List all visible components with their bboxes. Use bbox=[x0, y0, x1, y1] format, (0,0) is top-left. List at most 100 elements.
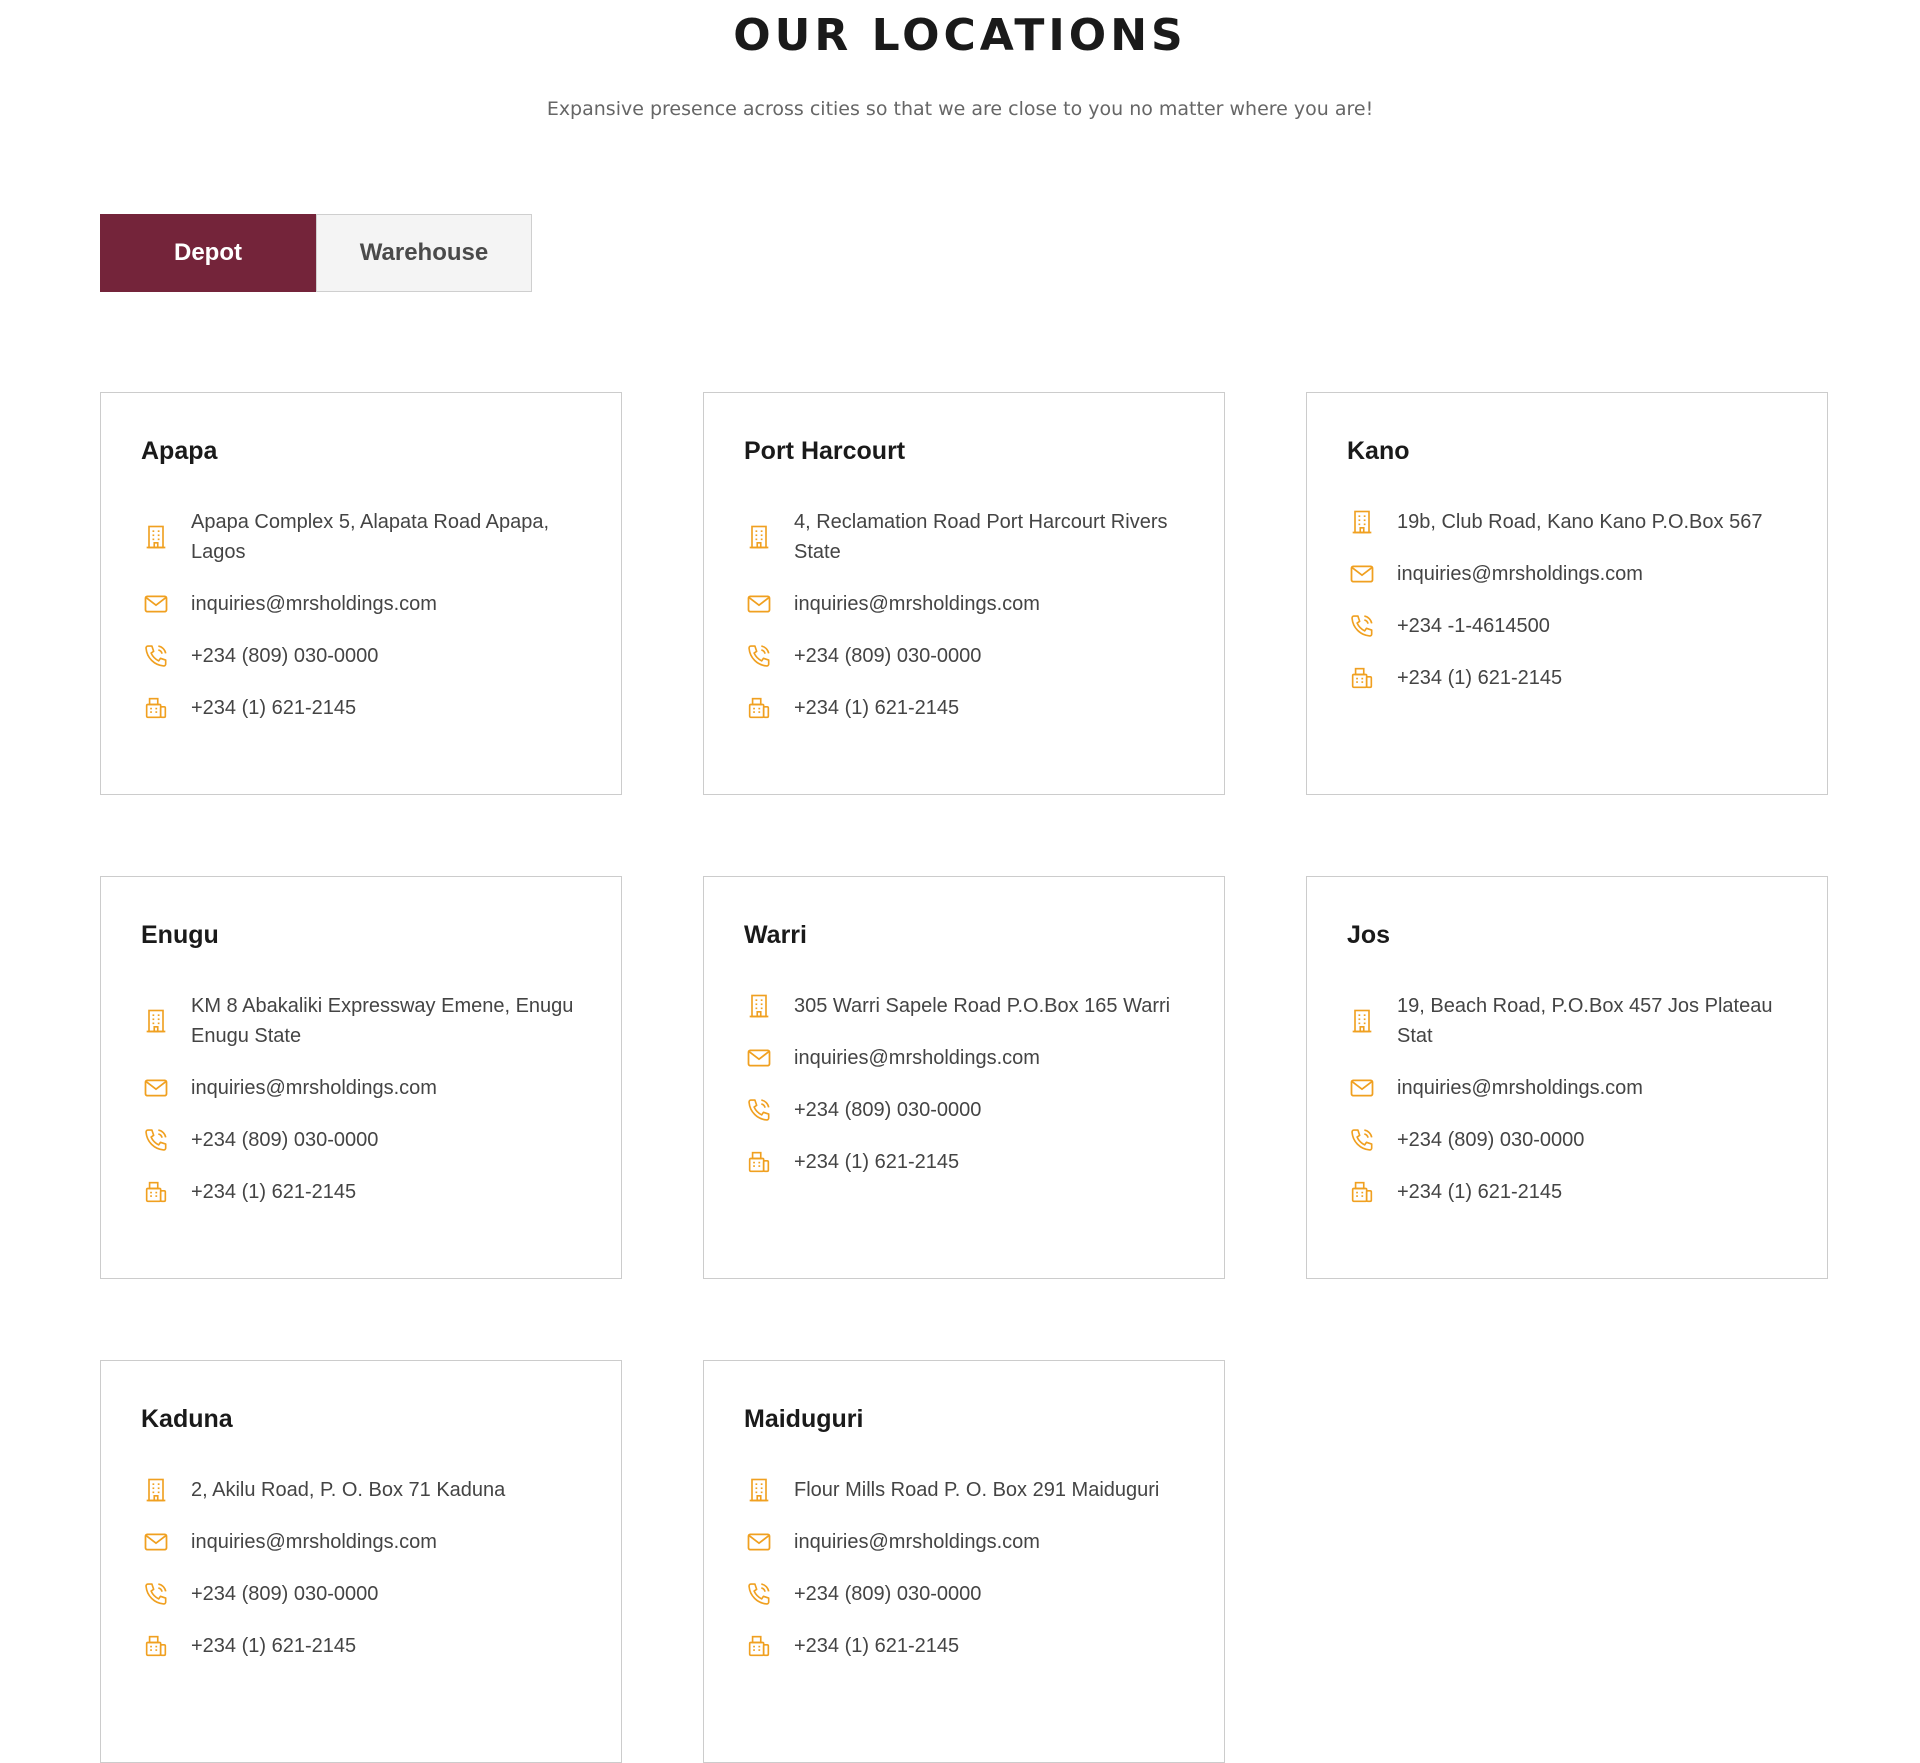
envelope-icon bbox=[141, 1073, 171, 1103]
address-text: 19, Beach Road, P.O.Box 457 Jos Plateau … bbox=[1397, 995, 1773, 1047]
fax-icon bbox=[744, 1631, 774, 1661]
fax-row: +234 (1) 621-2145 bbox=[1347, 1177, 1787, 1207]
phone-icon bbox=[744, 1095, 774, 1125]
email-row: inquiries@mrsholdings.com bbox=[744, 1527, 1184, 1557]
email-link[interactable]: inquiries@mrsholdings.com bbox=[794, 1527, 1040, 1557]
address-text: Apapa Complex 5, Alapata Road Apapa, Lag… bbox=[191, 511, 550, 563]
fax-icon bbox=[1347, 1177, 1377, 1207]
address-row: 305 Warri Sapele Road P.O.Box 165 Warri bbox=[744, 991, 1184, 1021]
phone-link[interactable]: +234 (809) 030-0000 bbox=[1397, 1125, 1584, 1155]
email-link[interactable]: inquiries@mrsholdings.com bbox=[1397, 559, 1643, 589]
address-row: 19b, Club Road, Kano Kano P.O.Box 567 bbox=[1347, 507, 1787, 537]
address-text: 305 Warri Sapele Road P.O.Box 165 Warri bbox=[794, 995, 1171, 1017]
phone-link[interactable]: +234 (809) 030-0000 bbox=[794, 641, 981, 671]
building-icon bbox=[744, 991, 774, 1021]
locations-grid: Apapa Apapa Complex 5, Alapata Road Apap… bbox=[100, 392, 1828, 1763]
address-row: 2, Akilu Road, P. O. Box 71 Kaduna bbox=[141, 1475, 581, 1505]
email-link[interactable]: inquiries@mrsholdings.com bbox=[191, 1073, 437, 1103]
phone-row: +234 (809) 030-0000 bbox=[1347, 1125, 1787, 1155]
fax-row: +234 (1) 621-2145 bbox=[141, 1177, 581, 1207]
envelope-icon bbox=[141, 589, 171, 619]
fax-row: +234 (1) 621-2145 bbox=[141, 693, 581, 723]
email-link[interactable]: inquiries@mrsholdings.com bbox=[191, 1527, 437, 1557]
building-icon bbox=[744, 522, 774, 552]
location-name: Kano bbox=[1347, 437, 1410, 465]
email-link[interactable]: inquiries@mrsholdings.com bbox=[1397, 1073, 1643, 1103]
phone-row: +234 -1-4614500 bbox=[1347, 611, 1787, 641]
address-text: 2, Akilu Road, P. O. Box 71 Kaduna bbox=[191, 1479, 506, 1501]
fax-text: +234 (1) 621-2145 bbox=[1397, 1181, 1563, 1203]
phone-row: +234 (809) 030-0000 bbox=[141, 1125, 581, 1155]
phone-icon bbox=[1347, 611, 1377, 641]
address-row: 4, Reclamation Road Port Harcourt Rivers… bbox=[744, 507, 1184, 567]
address-row: KM 8 Abakaliki Expressway Emene, Enugu E… bbox=[141, 991, 581, 1051]
phone-icon bbox=[744, 641, 774, 671]
phone-row: +234 (809) 030-0000 bbox=[141, 1579, 581, 1609]
phone-link[interactable]: +234 (809) 030-0000 bbox=[794, 1095, 981, 1125]
phone-icon bbox=[1347, 1125, 1377, 1155]
building-icon bbox=[1347, 1006, 1377, 1036]
email-row: inquiries@mrsholdings.com bbox=[1347, 559, 1787, 589]
building-icon bbox=[141, 1006, 171, 1036]
email-row: inquiries@mrsholdings.com bbox=[744, 589, 1184, 619]
envelope-icon bbox=[744, 1527, 774, 1557]
fax-text: +234 (1) 621-2145 bbox=[794, 697, 960, 719]
envelope-icon bbox=[1347, 559, 1377, 589]
envelope-icon bbox=[744, 589, 774, 619]
address-text: Flour Mills Road P. O. Box 291 Maiduguri bbox=[794, 1479, 1160, 1501]
phone-icon bbox=[141, 641, 171, 671]
fax-icon bbox=[141, 1177, 171, 1207]
location-type-tabs: Depot Warehouse bbox=[100, 214, 532, 292]
page-title: OUR LOCATIONS bbox=[733, 10, 1187, 61]
email-link[interactable]: inquiries@mrsholdings.com bbox=[794, 1043, 1040, 1073]
fax-icon bbox=[141, 1631, 171, 1661]
phone-icon bbox=[141, 1579, 171, 1609]
email-row: inquiries@mrsholdings.com bbox=[1347, 1073, 1787, 1103]
envelope-icon bbox=[141, 1527, 171, 1557]
phone-link[interactable]: +234 (809) 030-0000 bbox=[191, 1125, 378, 1155]
fax-row: +234 (1) 621-2145 bbox=[744, 693, 1184, 723]
fax-text: +234 (1) 621-2145 bbox=[191, 697, 357, 719]
phone-icon bbox=[141, 1125, 171, 1155]
address-text: KM 8 Abakaliki Expressway Emene, Enugu E… bbox=[191, 995, 574, 1047]
location-card-enugu: Enugu KM 8 Abakaliki Expressway Emene, E… bbox=[100, 876, 622, 1279]
address-text: 4, Reclamation Road Port Harcourt Rivers… bbox=[794, 511, 1168, 563]
location-name: Kaduna bbox=[141, 1405, 233, 1433]
location-name: Jos bbox=[1347, 921, 1391, 949]
envelope-icon bbox=[1347, 1073, 1377, 1103]
phone-link[interactable]: +234 (809) 030-0000 bbox=[191, 1579, 378, 1609]
fax-icon bbox=[1347, 663, 1377, 693]
location-name: Enugu bbox=[141, 921, 219, 949]
location-card-kaduna: Kaduna 2, Akilu Road, P. O. Box 71 Kadun… bbox=[100, 1360, 622, 1763]
building-icon bbox=[1347, 507, 1377, 537]
location-card-maiduguri: Maiduguri Flour Mills Road P. O. Box 291… bbox=[703, 1360, 1225, 1763]
address-row: Flour Mills Road P. O. Box 291 Maiduguri bbox=[744, 1475, 1184, 1505]
location-card-warri: Warri 305 Warri Sapele Road P.O.Box 165 … bbox=[703, 876, 1225, 1279]
email-link[interactable]: inquiries@mrsholdings.com bbox=[191, 589, 437, 619]
email-row: inquiries@mrsholdings.com bbox=[141, 589, 581, 619]
tab-warehouse[interactable]: Warehouse bbox=[316, 214, 532, 292]
page-subtitle: Expansive presence across cities so that… bbox=[546, 98, 1374, 120]
phone-link[interactable]: +234 (809) 030-0000 bbox=[191, 641, 378, 671]
phone-row: +234 (809) 030-0000 bbox=[744, 1579, 1184, 1609]
phone-row: +234 (809) 030-0000 bbox=[744, 641, 1184, 671]
phone-icon bbox=[744, 1579, 774, 1609]
building-icon bbox=[744, 1475, 774, 1505]
phone-link[interactable]: +234 -1-4614500 bbox=[1397, 611, 1550, 641]
fax-icon bbox=[744, 1147, 774, 1177]
location-card-kano: Kano 19b, Club Road, Kano Kano P.O.Box 5… bbox=[1306, 392, 1828, 795]
email-row: inquiries@mrsholdings.com bbox=[141, 1073, 581, 1103]
email-link[interactable]: inquiries@mrsholdings.com bbox=[794, 589, 1040, 619]
fax-text: +234 (1) 621-2145 bbox=[1397, 667, 1563, 689]
email-row: inquiries@mrsholdings.com bbox=[141, 1527, 581, 1557]
location-card-jos: Jos 19, Beach Road, P.O.Box 457 Jos Plat… bbox=[1306, 876, 1828, 1279]
email-row: inquiries@mrsholdings.com bbox=[744, 1043, 1184, 1073]
fax-row: +234 (1) 621-2145 bbox=[744, 1631, 1184, 1661]
fax-text: +234 (1) 621-2145 bbox=[794, 1635, 960, 1657]
fax-text: +234 (1) 621-2145 bbox=[191, 1181, 357, 1203]
phone-link[interactable]: +234 (809) 030-0000 bbox=[794, 1579, 981, 1609]
fax-row: +234 (1) 621-2145 bbox=[744, 1147, 1184, 1177]
building-icon bbox=[141, 522, 171, 552]
fax-icon bbox=[744, 693, 774, 723]
tab-depot[interactable]: Depot bbox=[100, 214, 316, 292]
